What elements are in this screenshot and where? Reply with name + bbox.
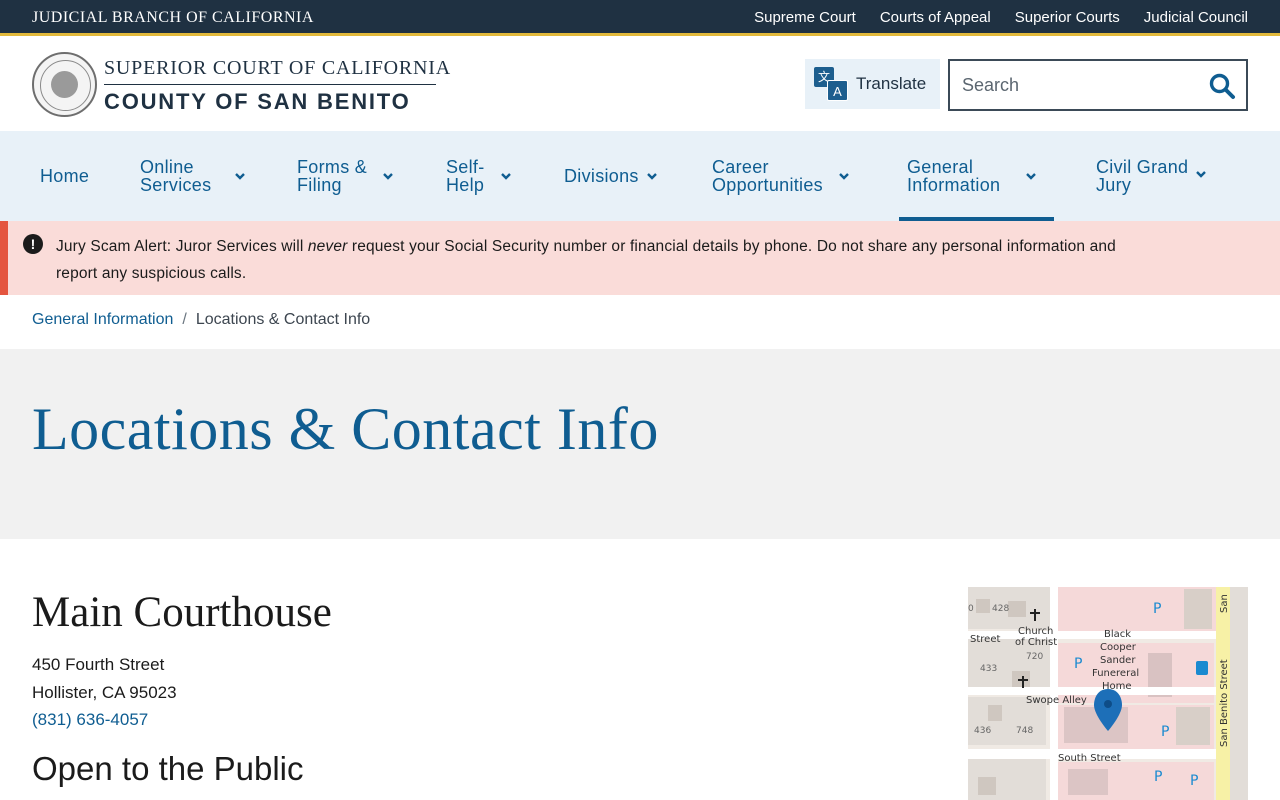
map-building: [976, 599, 990, 613]
map-label-number: 748: [1016, 726, 1033, 736]
search-icon[interactable]: [1208, 72, 1236, 100]
breadcrumb-separator: /: [182, 311, 187, 328]
search-input[interactable]: [962, 73, 1202, 97]
court-seal-icon[interactable]: [32, 52, 97, 117]
nav-item-career-opportunities[interactable]: Career Opportunities: [712, 131, 851, 221]
map-label-number: 433: [980, 664, 997, 674]
map-label-number: 720: [1026, 652, 1043, 662]
location-street: 450 Fourth Street: [32, 655, 165, 674]
map-label-church: Church: [1018, 626, 1053, 637]
scam-alert-emphasis: never: [307, 238, 348, 255]
map-block: [1230, 587, 1248, 800]
translate-label: Translate: [856, 74, 927, 93]
nav-item-general-information[interactable]: General Information: [898, 131, 1055, 221]
main-nav: Home Online Services Forms & Filing Self…: [0, 131, 1280, 221]
scam-alert-banner: ! Jury Scam Alert: Juror Services will n…: [0, 221, 1280, 295]
location-phone-link[interactable]: (831) 636-4057: [32, 710, 148, 730]
topbar-links: Supreme Court Courts of Appeal Superior …: [754, 9, 1248, 26]
nav-item-forms-filing-line2: Filing: [297, 175, 342, 195]
nav-item-self-help-line2: Help: [446, 175, 485, 195]
map-label-funeral-2: Cooper: [1100, 642, 1137, 653]
map-building: [1008, 601, 1026, 617]
org-name-divider: [104, 84, 436, 85]
map-label-church-2: of Christ: [1015, 637, 1057, 648]
chevron-down-icon: [383, 173, 393, 180]
breadcrumb: General Information / Locations & Contac…: [32, 311, 370, 329]
chevron-down-icon: [1026, 173, 1037, 180]
judicial-branch-title[interactable]: JUDICIAL BRANCH OF CALIFORNIA: [32, 9, 314, 27]
nav-item-online-services-line2: Services: [140, 175, 212, 195]
chevron-down-icon: [646, 173, 657, 180]
nav-item-jury-line2: Jury: [1096, 175, 1132, 195]
map-label-san-benito: San Benito Street: [1219, 659, 1230, 747]
nav-item-career-line1: Career: [712, 157, 769, 177]
topbar-link-superior-courts[interactable]: Superior Courts: [1015, 9, 1120, 26]
translate-icon: 文 A: [814, 67, 848, 101]
topbar-link-judicial-council[interactable]: Judicial Council: [1144, 9, 1248, 26]
fuel-station-icon: [1196, 661, 1208, 675]
nav-item-online-services[interactable]: Online Services: [140, 131, 247, 221]
map-building: [988, 705, 1002, 721]
chevron-down-icon: [235, 173, 246, 180]
nav-item-self-help[interactable]: Self- Help: [446, 131, 513, 221]
chevron-down-icon: [1196, 171, 1207, 178]
parking-icon: P: [1074, 656, 1082, 672]
nav-item-forms-filing[interactable]: Forms & Filing: [297, 131, 395, 221]
map-label-street: Street: [970, 634, 1000, 645]
page-title: Locations & Contact Info: [32, 396, 659, 462]
map-label-funeral-3: Sander: [1100, 655, 1136, 666]
chevron-down-icon: [500, 173, 511, 180]
location-map[interactable]: Street Church of Christ Black Cooper San…: [968, 587, 1248, 800]
map-building: [1184, 589, 1212, 629]
parking-icon: P: [1154, 769, 1162, 785]
map-label-number: 428: [992, 604, 1009, 614]
nav-item-civil-grand-jury[interactable]: Civil Grand Jury: [1096, 131, 1208, 221]
chevron-down-icon: [839, 173, 849, 180]
topbar-link-courts-of-appeal[interactable]: Courts of Appeal: [880, 9, 991, 26]
nav-item-jury-line1: Civil Grand: [1096, 157, 1189, 177]
nav-item-career-line2: Opportunities: [712, 175, 823, 195]
parking-icon: P: [1190, 773, 1198, 789]
location-name: Main Courthouse: [32, 589, 332, 636]
page-hero: Locations & Contact Info: [0, 349, 1280, 539]
scam-alert-prefix: Jury Scam Alert: Juror Services will: [56, 238, 308, 255]
alert-exclamation-icon: !: [23, 234, 43, 254]
breadcrumb-general-information[interactable]: General Information: [32, 311, 173, 329]
nav-item-forms-filing-line1: Forms &: [297, 157, 368, 177]
org-name-line2[interactable]: COUNTY OF SAN BENITO: [104, 89, 411, 115]
nav-item-home[interactable]: Home: [40, 131, 89, 221]
scam-alert-text: Jury Scam Alert: Juror Services will nev…: [56, 233, 1156, 287]
parking-icon: P: [1153, 601, 1161, 617]
map-label-swope-alley: Swope Alley: [1026, 695, 1087, 706]
map-street: [1050, 587, 1058, 800]
open-to-public-heading: Open to the Public: [32, 750, 304, 787]
map-label-south-street: South Street: [1058, 753, 1121, 764]
nav-item-general-line2: Information: [907, 175, 1001, 195]
translate-button[interactable]: 文 A Translate: [805, 59, 940, 109]
location-city: Hollister, CA 95023: [32, 683, 177, 702]
judicial-branch-bar: JUDICIAL BRANCH OF CALIFORNIA Supreme Co…: [0, 0, 1280, 36]
map-building: [1176, 707, 1210, 745]
map-label-funeral-4: Funereral: [1092, 668, 1139, 679]
map-label-funeral-1: Black: [1104, 629, 1131, 640]
nav-item-home-label: Home: [40, 166, 90, 186]
map-building: [1068, 769, 1108, 795]
breadcrumb-current: Locations & Contact Info: [195, 311, 371, 328]
nav-item-self-help-line1: Self-: [446, 157, 485, 177]
nav-item-divisions-label: Divisions: [564, 166, 639, 186]
nav-item-general-line1: General: [907, 157, 974, 177]
nav-item-online-services-line1: Online: [140, 157, 194, 177]
map-label-number: 0: [968, 604, 974, 614]
map-label-san-top: San: [1219, 594, 1230, 613]
topbar-link-supreme-court[interactable]: Supreme Court: [754, 9, 856, 26]
site-header: SUPERIOR COURT OF CALIFORNIA COUNTY OF S…: [0, 39, 1280, 131]
map-label-number: 436: [974, 726, 991, 736]
org-name-line1[interactable]: SUPERIOR COURT OF CALIFORNIA: [104, 57, 451, 80]
map-building: [978, 777, 996, 795]
search-box: [948, 59, 1248, 111]
map-street: [968, 631, 1230, 639]
nav-item-divisions[interactable]: Divisions: [564, 131, 659, 221]
parking-icon: P: [1161, 724, 1169, 740]
